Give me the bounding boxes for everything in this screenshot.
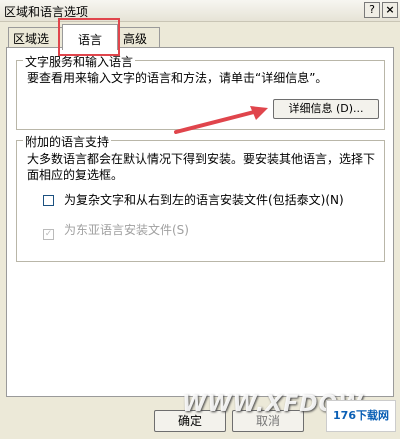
complex-script-label: 为复杂文字和从右到左的语言安装文件(包括泰文)(N) (64, 193, 344, 207)
tab-regional-options[interactable]: 区域选项 (8, 27, 64, 63)
text-services-description: 要查看用来输入文字的语言和方法，请单击“详细信息”。 (27, 71, 328, 85)
complex-script-checkbox[interactable] (43, 195, 54, 206)
east-asian-label: 为东亚语言安装文件(S) (64, 223, 189, 237)
supplemental-language-group: 附加的语言支持 大多数语言都会在默认情况下得到安装。要安装其他语言，选择下面相应… (16, 133, 385, 262)
east-asian-checkbox: ✓ (43, 229, 54, 240)
details-button[interactable]: 详细信息 (D)... (273, 99, 379, 119)
supplemental-description: 大多数语言都会在默认情况下得到安装。要安装其他语言，选择下面相应的复选框。 (27, 152, 376, 182)
east-asian-checkbox-row: ✓ 为东亚语言安装文件(S) (43, 221, 189, 240)
watermark-badge: 176下载网 (326, 400, 396, 432)
supplemental-legend: 附加的语言支持 (23, 133, 112, 150)
close-button[interactable]: × (382, 2, 398, 18)
tab-advanced[interactable]: 高级 (118, 27, 160, 47)
complex-script-checkbox-row[interactable]: 为复杂文字和从右到左的语言安装文件(包括泰文)(N) (43, 191, 344, 208)
annotation-arrow-icon (174, 106, 268, 134)
annotation-highlight-box (58, 18, 120, 56)
help-button[interactable]: ? (364, 2, 380, 18)
tab-panel: 文字服务和输入语言 要查看用来输入文字的语言和方法，请单击“详细信息”。 详细信… (6, 47, 394, 397)
